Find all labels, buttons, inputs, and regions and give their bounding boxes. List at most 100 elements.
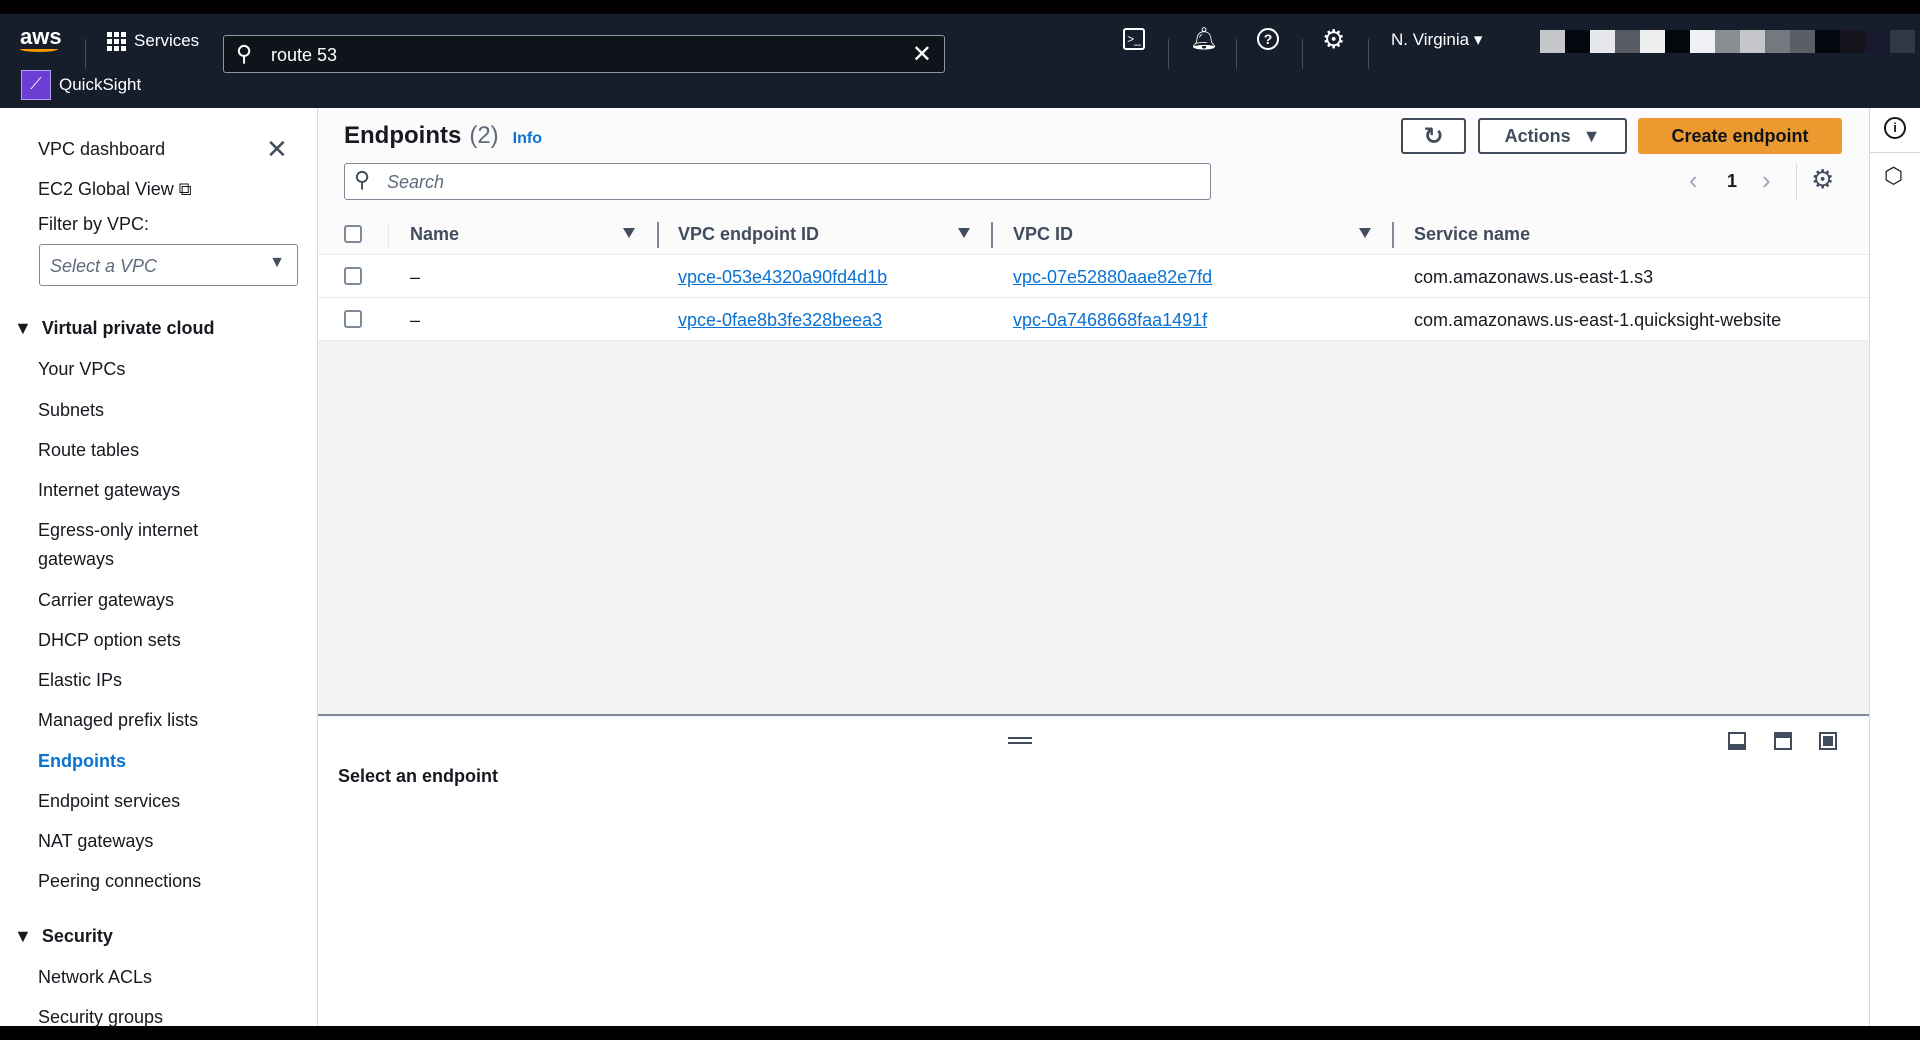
column-header-vpc-id[interactable]: VPC ID [1013, 214, 1073, 255]
settings-icon[interactable]: ⚙ [1322, 24, 1345, 55]
row-checkbox[interactable] [344, 310, 362, 328]
sidebar-item-managed-prefix-lists[interactable]: Managed prefix lists [38, 710, 198, 731]
divider [1796, 164, 1797, 200]
sidebar-item-carrier-gateways[interactable]: Carrier gateways [38, 590, 174, 611]
column-header-vpc-endpoint-id[interactable]: VPC endpoint ID [678, 214, 819, 255]
table-header: Name VPC endpoint ID VPC ID Service name [318, 214, 1869, 255]
resize-handle[interactable] [1008, 737, 1032, 744]
refresh-icon: ↻ [1423, 122, 1444, 150]
services-menu[interactable]: Services [107, 31, 199, 51]
table-preferences-icon[interactable]: ⚙ [1811, 164, 1834, 195]
refresh-button[interactable]: ↻ [1401, 118, 1466, 154]
column-header-name[interactable]: Name [410, 214, 459, 255]
page-title: Endpoints [344, 122, 462, 149]
close-icon[interactable]: ✕ [266, 134, 288, 165]
section-title: Security [41, 926, 113, 946]
cell-service-name: com.amazonaws.us-east-1.s3 [1414, 267, 1654, 287]
cell-service-name: com.amazonaws.us-east-1.quicksight-websi… [1414, 310, 1782, 330]
quicksight-icon: ⟋ [21, 70, 51, 100]
caret-down-icon: ▼ [1582, 125, 1601, 146]
sidebar-item-nat-gateways[interactable]: NAT gateways [38, 831, 153, 852]
detail-empty-text: Select an endpoint [338, 766, 499, 786]
account-menu-redacted[interactable] [1540, 30, 1915, 53]
caret-down-icon: ▼ [269, 254, 285, 271]
panel-full-icon[interactable] [1819, 732, 1837, 750]
select-all-checkbox[interactable] [344, 225, 362, 243]
panel-bottom-icon[interactable] [1728, 732, 1746, 750]
sidebar-item-ec2-global-view[interactable]: EC2 Global View ⧉ [38, 179, 192, 200]
sidebar-item-dhcp-option-sets[interactable]: DHCP option sets [38, 630, 181, 651]
bell-icon[interactable]: 🔔︎ [1190, 26, 1218, 52]
section-title: Virtual private cloud [41, 318, 215, 338]
sidebar-item-endpoints[interactable]: Endpoints [38, 751, 126, 772]
vpc-filter-placeholder: Select a VPC [50, 256, 158, 276]
sort-icon[interactable] [1359, 228, 1371, 238]
sidebar-item-endpoint-services[interactable]: Endpoint services [38, 791, 180, 812]
split-panel: Select an endpoint [318, 718, 1869, 1026]
top-navigation: aws Services ⚲ route 53 ✕ >_ 🔔︎ ? ⚙ N. V… [0, 14, 1920, 108]
region-label: N. Virginia [1391, 30, 1470, 49]
cell-name: – [410, 267, 421, 287]
sort-icon[interactable] [623, 228, 635, 238]
info-panel-icon[interactable]: i [1884, 117, 1906, 139]
row-checkbox[interactable] [344, 267, 362, 285]
global-search-input[interactable]: ⚲ route 53 ✕ [223, 35, 945, 73]
filter-label: Filter by VPC: [38, 214, 150, 234]
page-number[interactable]: 1 [1727, 171, 1737, 192]
region-selector[interactable]: N. Virginia ▾ [1391, 30, 1482, 50]
sidebar: VPC dashboard ✕ EC2 Global View ⧉ Filter… [0, 108, 318, 1028]
grid-icon [107, 31, 126, 51]
actions-label: Actions [1504, 125, 1571, 146]
panel-side-icon[interactable] [1774, 732, 1792, 750]
cell-name: – [410, 310, 421, 330]
sidebar-item-network-acls[interactable]: Network ACLs [38, 967, 152, 988]
cell-vpc-id-link[interactable]: vpc-0a7468668faa1491f [1013, 310, 1207, 331]
search-icon: ⚲ [354, 167, 371, 192]
info-link[interactable]: Info [513, 130, 542, 148]
ec2-global-label: EC2 Global View [38, 179, 174, 199]
sort-icon[interactable] [958, 228, 970, 238]
sidebar-item-your-vpcs[interactable]: Your VPCs [38, 359, 125, 380]
search-value: route 53 [271, 45, 338, 65]
main-content: Endpoints (2) Info ↻ Actions ▼ Create end… [318, 108, 1869, 1026]
actions-button[interactable]: Actions ▼ [1478, 118, 1627, 154]
help-icon[interactable]: ? [1257, 28, 1279, 50]
sidebar-item-elastic-ips[interactable]: Elastic IPs [38, 670, 122, 691]
aws-logo[interactable]: aws [20, 24, 62, 52]
search-icon: ⚲ [236, 41, 253, 66]
external-link-icon: ⧉ [178, 179, 192, 199]
endpoint-count: (2) [469, 122, 499, 149]
sidebar-item-internet-gateways[interactable]: Internet gateways [38, 480, 180, 501]
vpc-filter-select[interactable]: Select a VPC ▼ [39, 244, 298, 286]
divider [1870, 152, 1920, 153]
cell-endpoint-id-link[interactable]: vpce-053e4320a90fd4d1b [678, 267, 887, 288]
create-endpoint-label: Create endpoint [1671, 125, 1809, 146]
tutorial-icon[interactable]: ⬡ [1884, 163, 1903, 189]
sidebar-item-peering-connections[interactable]: Peering connections [38, 871, 201, 892]
next-page-icon[interactable]: › [1762, 165, 1771, 196]
table-row[interactable]: – vpce-053e4320a90fd4d1b vpc-07e52880aae… [318, 255, 1869, 298]
sidebar-item-egress-only-internet-gateways[interactable]: Egress-only internet [38, 520, 198, 541]
section-security[interactable]: ▼ Security [14, 926, 113, 947]
search-placeholder: Search [387, 172, 445, 192]
quicksight-label: QuickSight [59, 75, 142, 94]
page-header: Endpoints (2) Info [344, 122, 542, 150]
section-virtual-private-cloud[interactable]: ▼ Virtual private cloud [14, 318, 215, 339]
sidebar-item-security-groups[interactable]: Security groups [38, 1007, 163, 1028]
endpoints-table: Name VPC endpoint ID VPC ID Service name… [318, 214, 1869, 716]
favorite-quicksight[interactable]: ⟋ QuickSight [21, 70, 141, 100]
table-row[interactable]: – vpce-0fae8b3fe328beea3 vpc-0a7468668fa… [318, 298, 1869, 341]
create-endpoint-button[interactable]: Create endpoint [1638, 118, 1842, 154]
previous-page-icon[interactable]: ‹ [1689, 165, 1698, 196]
sidebar-item-egress-only-internet-gateways-line2[interactable]: gateways [38, 549, 114, 570]
sidebar-item-subnets[interactable]: Subnets [38, 400, 104, 421]
cell-endpoint-id-link[interactable]: vpce-0fae8b3fe328beea3 [678, 310, 882, 331]
clear-icon[interactable]: ✕ [912, 40, 932, 69]
table-search-input[interactable]: ⚲ Search [344, 163, 1211, 200]
sidebar-item-route-tables[interactable]: Route tables [38, 440, 139, 461]
right-tools-rail: i ⬡ [1869, 108, 1920, 1026]
column-header-service-name[interactable]: Service name [1414, 214, 1530, 255]
cell-vpc-id-link[interactable]: vpc-07e52880aae82e7fd [1013, 267, 1212, 288]
sidebar-item-vpc-dashboard[interactable]: VPC dashboard [38, 139, 165, 160]
cloudshell-icon[interactable]: >_ [1123, 28, 1145, 50]
